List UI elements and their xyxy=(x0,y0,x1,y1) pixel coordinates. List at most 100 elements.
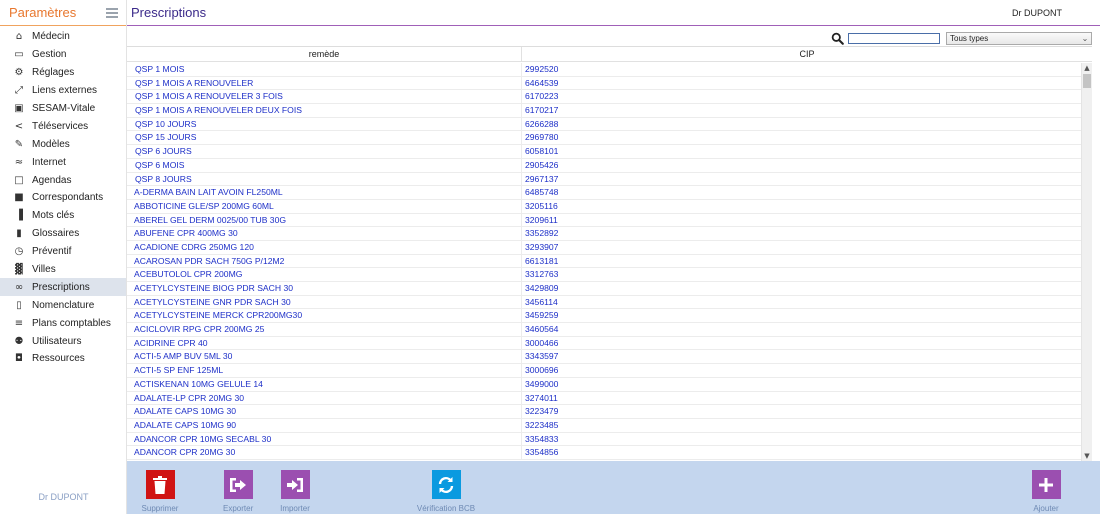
menu-icon[interactable] xyxy=(106,7,118,18)
sidebar-item-agendas[interactable]: □ Agendas xyxy=(0,171,126,189)
sidebar-item-ressources[interactable]: ◘ Ressources xyxy=(0,350,126,368)
table-row[interactable]: ACEBUTOLOL CPR 200MG 3312763 xyxy=(127,268,1081,282)
sidebar-item-label: Gestion xyxy=(32,49,67,61)
type-select-value: Tous types xyxy=(950,33,989,43)
type-select[interactable]: Tous types ⌄ xyxy=(946,31,1092,45)
table-row[interactable]: QSP 1 MOIS A RENOUVELER 6464539 xyxy=(127,76,1081,91)
cip-cell: 6266288 xyxy=(525,118,559,129)
sidebar-item-glossaires[interactable]: ▮ Glossaires xyxy=(0,225,126,243)
table-row[interactable]: QSP 8 JOURS 2967137 xyxy=(127,172,1081,187)
add-label: Ajouter xyxy=(1033,504,1059,513)
sidebar-item-label: Modèles xyxy=(32,138,70,150)
sidebar-item-modeles[interactable]: ✎ Modèles xyxy=(0,135,126,153)
cip-cell: 3000696 xyxy=(525,365,559,376)
table-row[interactable]: ABEREL GEL DERM 0025/00 TUB 30G 3209611 xyxy=(127,213,1081,228)
sidebar-item-medecin[interactable]: ⌂ Médecin xyxy=(0,28,126,46)
sidebar-menu: ⌂ Médecin ▭ Gestion ⚙ Réglages ⤢ Liens externes… xyxy=(0,28,126,368)
cip-cell: 6170223 xyxy=(525,91,559,102)
column-header-remede[interactable]: remède xyxy=(127,47,522,61)
table-row[interactable]: ACTISKENAN 10MG GELULE 14 3499000 xyxy=(127,377,1081,392)
remede-cell: ADANCOR CPR 20MG 30 xyxy=(127,446,522,459)
import-button[interactable]: Importer xyxy=(275,470,315,513)
table-row[interactable]: A-DERMA BAIN LAIT AVOIN FL250ML 6485748 xyxy=(127,186,1081,200)
cip-cell: 3343597 xyxy=(525,351,559,362)
table-row[interactable]: ABBOTICINE GLE/SP 200MG 60ML 3205116 xyxy=(127,199,1081,214)
scroll-up-icon[interactable]: ▲ xyxy=(1082,63,1092,74)
remede-cell: ACTI-5 SP ENF 125ML xyxy=(127,364,522,377)
table-row[interactable]: ABUFENE CPR 400MG 30 3352892 xyxy=(127,227,1081,241)
table-row[interactable]: ACADIONE CDRG 250MG 120 3293907 xyxy=(127,240,1081,255)
sidebar-item-gestion[interactable]: ▭ Gestion xyxy=(0,46,126,64)
cip-cell: 6058101 xyxy=(525,146,559,157)
table-row[interactable]: QSP 6 MOIS 2905426 xyxy=(127,158,1081,173)
table-row[interactable]: ACETYLCYSTEINE GNR PDR SACH 30 3456114 xyxy=(127,295,1081,310)
sidebar-item-label: Glossaires xyxy=(32,228,80,240)
sidebar-item-label: Correspondants xyxy=(32,192,104,204)
search-input[interactable] xyxy=(848,32,940,44)
drive-icon: ▭ xyxy=(14,49,24,61)
table-row[interactable]: ADANCOR CPR 20MG 30 3354856 xyxy=(127,446,1081,460)
sidebar-item-prescriptions[interactable]: ∞ Prescriptions xyxy=(0,278,126,297)
users-icon: ⚉ xyxy=(14,335,24,347)
sidebar-item-label: Médecin xyxy=(32,31,70,43)
table-row[interactable]: ACTI-5 SP ENF 125ML 3000696 xyxy=(127,364,1081,378)
cip-cell: 3459259 xyxy=(525,310,559,321)
cip-cell: 6613181 xyxy=(525,255,559,266)
table-row[interactable]: ACETYLCYSTEINE BIOG PDR SACH 30 3429809 xyxy=(127,282,1081,296)
table-row[interactable]: ADANCOR CPR 10MG SECABL 30 3354833 xyxy=(127,432,1081,447)
cip-cell: 6464539 xyxy=(525,77,559,88)
sidebar-item-preventif[interactable]: ◷ Préventif xyxy=(0,243,126,261)
trash-icon xyxy=(145,470,175,499)
cip-cell: 3293907 xyxy=(525,241,559,252)
cip-cell: 3223479 xyxy=(525,406,559,417)
file-icon: ▯ xyxy=(16,299,22,311)
table-row[interactable]: ACTI-5 AMP BUV 5ML 30 3343597 xyxy=(127,350,1081,365)
table-row[interactable]: QSP 1 MOIS A RENOUVELER DEUX FOIS 6170217 xyxy=(127,104,1081,118)
table-row[interactable]: QSP 15 JOURS 2969780 xyxy=(127,131,1081,146)
chevron-down-icon: ⌄ xyxy=(1081,33,1089,43)
import-label: Importer xyxy=(280,504,310,513)
delete-button[interactable]: Supprimer xyxy=(140,470,180,513)
sidebar-item-mots-cles[interactable]: ▐ Mots clés xyxy=(0,207,126,225)
sidebar-item-teleservices[interactable]: < Téléservices xyxy=(0,117,126,135)
sidebar-item-sesam-vitale[interactable]: ▣ SESAM-Vitale xyxy=(0,100,126,118)
sidebar-item-reglages[interactable]: ⚙ Réglages xyxy=(0,64,126,82)
sidebar-item-liens-externes[interactable]: ⤢ Liens externes xyxy=(0,82,126,100)
cip-cell: 3000466 xyxy=(525,337,559,348)
sidebar-item-villes[interactable]: ▓ Villes xyxy=(0,261,126,279)
sidebar-item-internet[interactable]: ≈ Internet xyxy=(0,153,126,171)
sidebar-item-label: Plans comptables xyxy=(32,317,111,329)
table-row[interactable]: ADALATE CAPS 10MG 90 3223485 xyxy=(127,418,1081,433)
page-title: Prescriptions xyxy=(131,5,207,20)
column-header-cip[interactable]: CIP xyxy=(522,47,1092,61)
table-row[interactable]: QSP 1 MOIS 2992520 xyxy=(127,63,1081,77)
table-row[interactable]: ADALATE-LP CPR 20MG 30 3274011 xyxy=(127,391,1081,406)
clipboard-icon: ▮ xyxy=(16,228,22,240)
table-scrollbar[interactable]: ▲ ▼ xyxy=(1081,63,1092,462)
share-icon: < xyxy=(14,120,24,132)
remede-cell: QSP 6 MOIS xyxy=(127,158,522,172)
scroll-thumb[interactable] xyxy=(1083,74,1091,88)
table-row[interactable]: ACAROSAN PDR SACH 750G P/12M2 6613181 xyxy=(127,254,1081,269)
verify-bcb-button[interactable]: Vérification BCB xyxy=(414,470,478,513)
clock-icon: ◷ xyxy=(14,246,24,258)
sidebar-item-correspondants[interactable]: ■ Correspondants xyxy=(0,189,126,207)
remede-cell: ADALATE CAPS 10MG 90 xyxy=(127,418,522,432)
export-button[interactable]: Exporter xyxy=(223,470,253,513)
sidebar-item-nomenclature[interactable]: ▯ Nomenclature xyxy=(0,296,126,314)
import-icon xyxy=(280,470,310,499)
sidebar-item-utilisateurs[interactable]: ⚉ Utilisateurs xyxy=(0,332,126,350)
table-row[interactable]: ACETYLCYSTEINE MERCK CPR200MG30 3459259 xyxy=(127,309,1081,324)
table-row[interactable]: ADALATE CAPS 10MG 30 3223479 xyxy=(127,405,1081,419)
sidebar-item-plans-comptables[interactable]: ≡ Plans comptables xyxy=(0,314,126,332)
add-button[interactable]: Ajouter xyxy=(1026,470,1066,513)
remede-cell: ACICLOVIR RPG CPR 200MG 25 xyxy=(127,323,522,336)
wifi-icon: ≈ xyxy=(14,156,24,168)
table-row[interactable]: ACICLOVIR RPG CPR 200MG 25 3460564 xyxy=(127,323,1081,337)
table-row[interactable]: QSP 6 JOURS 6058101 xyxy=(127,145,1081,159)
table-row[interactable]: ACIDRINE CPR 40 3000466 xyxy=(127,336,1081,351)
table-row[interactable]: QSP 10 JOURS 6266288 xyxy=(127,117,1081,132)
sidebar-item-label: Liens externes xyxy=(32,85,98,97)
table-row[interactable]: QSP 1 MOIS A RENOUVELER 3 FOIS 6170223 xyxy=(127,90,1081,105)
sidebar: Paramètres ⌂ Médecin ▭ Gestion ⚙ Réglages ⤢ Lie… xyxy=(0,0,127,514)
